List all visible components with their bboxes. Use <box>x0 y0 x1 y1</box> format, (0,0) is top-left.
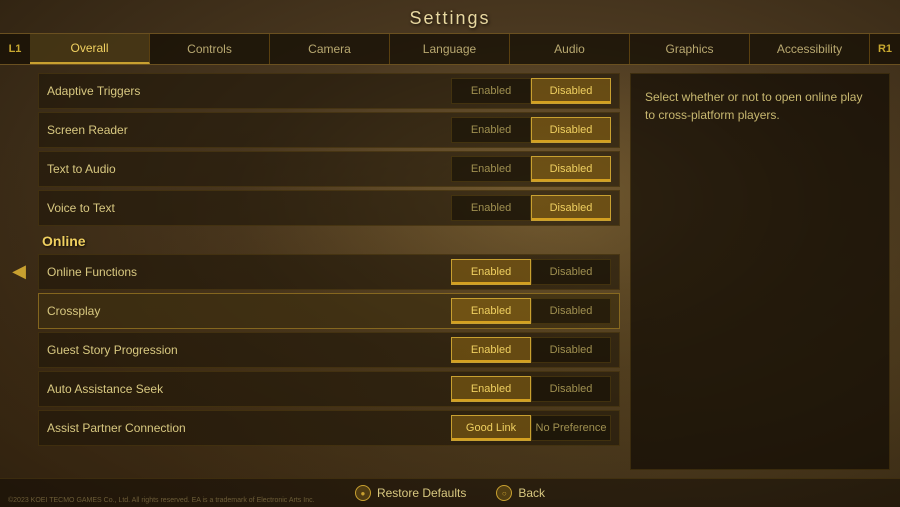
title-bar: Settings <box>0 0 900 33</box>
setting-row-crossplay: Crossplay Enabled Disabled <box>38 293 620 329</box>
text-to-audio-disabled[interactable]: Disabled <box>531 156 611 182</box>
setting-row-assist-partner: Assist Partner Connection Good Link No P… <box>38 410 620 446</box>
tab-audio[interactable]: Audio <box>510 34 630 64</box>
crossplay-label: Crossplay <box>47 304 451 318</box>
online-functions-disabled[interactable]: Disabled <box>531 259 611 285</box>
scroll-indicator: ◀ <box>10 73 28 470</box>
setting-row-auto-assistance: Auto Assistance Seek Enabled Disabled <box>38 371 620 407</box>
auto-assistance-enabled[interactable]: Enabled <box>451 376 531 402</box>
tab-controls[interactable]: Controls <box>150 34 270 64</box>
restore-defaults-label: Restore Defaults <box>377 486 466 500</box>
assist-partner-label: Assist Partner Connection <box>47 421 451 435</box>
tab-trigger-R1[interactable]: R1 <box>870 34 900 64</box>
tab-overall[interactable]: Overall <box>30 34 150 64</box>
voice-to-text-disabled[interactable]: Disabled <box>531 195 611 221</box>
crossplay-enabled[interactable]: Enabled <box>451 298 531 324</box>
main-content: ◀ Adaptive Triggers Enabled Disabled Scr… <box>0 65 900 478</box>
info-panel: Select whether or not to open online pla… <box>630 73 890 470</box>
tab-trigger-L1[interactable]: L1 <box>0 34 30 64</box>
crossplay-toggle: Enabled Disabled <box>451 298 611 324</box>
screen-reader-enabled[interactable]: Enabled <box>451 117 531 143</box>
back-label: Back <box>518 486 545 500</box>
tab-camera[interactable]: Camera <box>270 34 390 64</box>
auto-assistance-disabled[interactable]: Disabled <box>531 376 611 402</box>
guest-story-disabled[interactable]: Disabled <box>531 337 611 363</box>
voice-to-text-toggle: Enabled Disabled <box>451 195 611 221</box>
adaptive-triggers-label: Adaptive Triggers <box>47 84 451 98</box>
guest-story-toggle: Enabled Disabled <box>451 337 611 363</box>
tab-graphics[interactable]: Graphics <box>630 34 750 64</box>
text-to-audio-toggle: Enabled Disabled <box>451 156 611 182</box>
text-to-audio-label: Text to Audio <box>47 162 451 176</box>
tab-language[interactable]: Language <box>390 34 510 64</box>
screen-reader-label: Screen Reader <box>47 123 451 137</box>
tab-accessibility[interactable]: Accessibility <box>750 34 870 64</box>
voice-to-text-enabled[interactable]: Enabled <box>451 195 531 221</box>
adaptive-triggers-disabled[interactable]: Disabled <box>531 78 611 104</box>
restore-defaults-button[interactable]: ● Restore Defaults <box>355 485 466 501</box>
guest-story-label: Guest Story Progression <box>47 343 451 357</box>
online-section-label: Online <box>38 229 620 251</box>
setting-row-adaptive-triggers: Adaptive Triggers Enabled Disabled <box>38 73 620 109</box>
restore-icon: ● <box>355 485 371 501</box>
back-icon: ○ <box>496 485 512 501</box>
online-functions-enabled[interactable]: Enabled <box>451 259 531 285</box>
adaptive-triggers-enabled[interactable]: Enabled <box>451 78 531 104</box>
setting-row-voice-to-text: Voice to Text Enabled Disabled <box>38 190 620 226</box>
info-text: Select whether or not to open online pla… <box>645 88 875 124</box>
voice-to-text-label: Voice to Text <box>47 201 451 215</box>
setting-row-screen-reader: Screen Reader Enabled Disabled <box>38 112 620 148</box>
setting-row-guest-story: Guest Story Progression Enabled Disabled <box>38 332 620 368</box>
copyright-text: ©2023 KOEI TECMO GAMES Co., Ltd. All rig… <box>8 497 315 504</box>
adaptive-triggers-toggle: Enabled Disabled <box>451 78 611 104</box>
guest-story-enabled[interactable]: Enabled <box>451 337 531 363</box>
auto-assistance-toggle: Enabled Disabled <box>451 376 611 402</box>
page-title: Settings <box>0 8 900 29</box>
online-functions-toggle: Enabled Disabled <box>451 259 611 285</box>
settings-panel: Adaptive Triggers Enabled Disabled Scree… <box>38 73 620 470</box>
setting-row-text-to-audio: Text to Audio Enabled Disabled <box>38 151 620 187</box>
assist-partner-good-link[interactable]: Good Link <box>451 415 531 441</box>
text-to-audio-enabled[interactable]: Enabled <box>451 156 531 182</box>
assist-partner-no-preference[interactable]: No Preference <box>531 415 611 441</box>
assist-partner-toggle: Good Link No Preference <box>451 415 611 441</box>
tab-bar: L1 Overall Controls Camera Language Audi… <box>0 33 900 65</box>
setting-row-online-functions: Online Functions Enabled Disabled <box>38 254 620 290</box>
auto-assistance-label: Auto Assistance Seek <box>47 382 451 396</box>
screen-reader-disabled[interactable]: Disabled <box>531 117 611 143</box>
screen-reader-toggle: Enabled Disabled <box>451 117 611 143</box>
back-button[interactable]: ○ Back <box>496 485 545 501</box>
online-functions-label: Online Functions <box>47 265 451 279</box>
crossplay-disabled[interactable]: Disabled <box>531 298 611 324</box>
